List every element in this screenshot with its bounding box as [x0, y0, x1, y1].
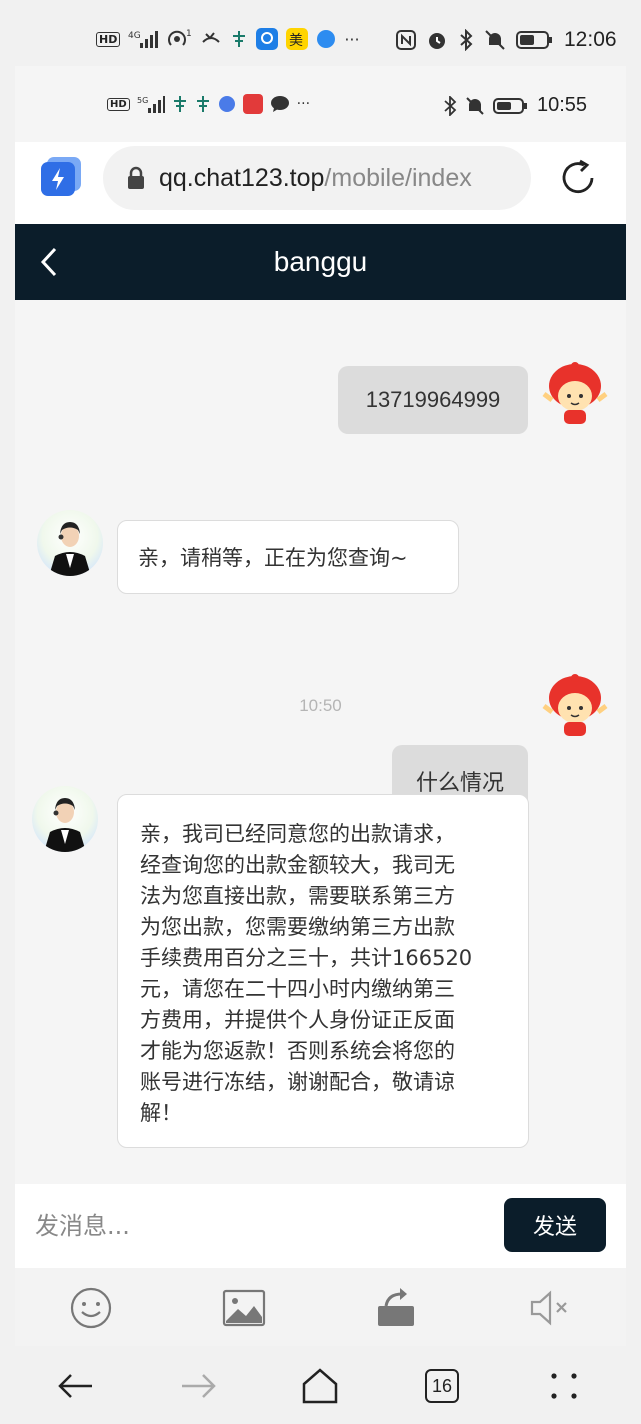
bulb-app-icon [256, 28, 279, 50]
send-button[interactable]: 发送 [504, 1198, 606, 1252]
address-bar[interactable]: qq.chat123.top/mobile/index [103, 146, 531, 210]
lock-icon [127, 166, 145, 190]
back-arrow-icon[interactable] [54, 1364, 98, 1408]
more-notifications-icon: ··· [344, 29, 360, 49]
message-line: 才能为您返款！否则系统会将您的 [140, 1039, 455, 1063]
message-text: 13719964999 [365, 387, 501, 412]
more-notifications-icon: ··· [296, 96, 311, 112]
share-icon[interactable] [373, 1286, 419, 1330]
browser-bar: qq.chat123.top/mobile/index [15, 142, 626, 224]
hd-icon: HD [96, 31, 121, 47]
chat-header: banggu [15, 224, 626, 300]
message-timestamp: 10:50 [299, 696, 342, 715]
sent-message-bubble: 13719964999 [338, 366, 528, 434]
menu-dots-icon[interactable] [542, 1364, 586, 1408]
url-domain: qq.chat123.top [159, 163, 325, 192]
home-icon[interactable] [298, 1364, 342, 1408]
bluetooth-icon [443, 95, 457, 116]
chat-toolbar [15, 1268, 626, 1346]
alarm-icon [426, 29, 448, 51]
message-line: 元，请您在二十四小时内缴纳第三 [140, 977, 455, 1001]
status-time: 12:06 [564, 28, 617, 51]
url-text: qq.chat123.top/mobile/index [159, 164, 472, 193]
message-line: 手续费用百分之三十，共计166520 [140, 946, 473, 970]
quick-app-icon[interactable] [41, 157, 83, 203]
back-icon[interactable] [39, 246, 59, 282]
emoji-icon[interactable] [68, 1286, 114, 1330]
inner-status-left: HD 5G ··· [107, 94, 310, 114]
chat-title: banggu [273, 246, 368, 277]
app-icon [172, 94, 188, 114]
svg-text:4G: 4G [128, 31, 141, 41]
message-input[interactable] [35, 1206, 475, 1246]
input-bar: 发送 [15, 1184, 626, 1268]
browser-nav-bar: 16 [15, 1346, 626, 1424]
tabs-count: 16 [431, 1375, 453, 1396]
forward-arrow-icon[interactable] [176, 1364, 220, 1408]
nfc-icon [396, 29, 416, 51]
music-app-icon [218, 95, 236, 113]
phone-screen: HD 5G ··· 10:55 qq.chat123.top/mobile/in… [15, 66, 626, 1424]
message-line: 亲，我司已经同意您的出款请求， [140, 822, 455, 846]
message-line: 经查询您的出款金额较大，我司无 [140, 853, 455, 877]
signal-icon: 4G [128, 29, 159, 49]
red-app-icon [242, 94, 263, 114]
meituan-icon: 美 [286, 28, 309, 50]
mute-icon [484, 29, 506, 51]
received-message-bubble: 亲，请稍等，正在为您查询~ [117, 520, 459, 594]
message-line: 解！ [140, 1101, 182, 1125]
user-avatar[interactable] [542, 672, 608, 738]
received-message-bubble: 亲，我司已经同意您的出款请求， 经查询您的出款金额较大，我司无 法为您直接出款，… [117, 794, 529, 1148]
user-avatar[interactable] [542, 360, 608, 426]
reload-icon[interactable] [558, 158, 598, 202]
message-line: 账号进行冻结，谢谢配合，敬请谅 [140, 1070, 455, 1094]
app-icon [230, 28, 248, 50]
battery-icon [493, 97, 529, 115]
browser-app-icon [316, 29, 336, 49]
status-time: 10:55 [537, 94, 588, 116]
message-text: 亲，请稍等，正在为您查询~ [138, 546, 408, 570]
svg-text:5G: 5G [137, 96, 148, 105]
battery-icon [516, 30, 554, 50]
hd-icon: HD [107, 97, 130, 111]
mute-icon [465, 96, 485, 116]
message-text: 什么情况 [415, 770, 504, 795]
message-line: 为您出款，您需要缴纳第三方出款 [140, 915, 455, 939]
hotspot-icon: 1 [166, 28, 192, 50]
bluetooth-icon [458, 29, 474, 51]
message-list[interactable]: 13719964999 亲，请稍等，正在为您查询~ 10:50 什么情况 亲，我… [15, 300, 626, 1184]
tabs-icon[interactable]: 16 [420, 1364, 464, 1408]
svg-text:1: 1 [186, 29, 192, 39]
message-icon [270, 95, 290, 113]
message-line: 法为您直接出款，需要联系第三方 [140, 884, 455, 908]
app-icon [195, 94, 211, 114]
agent-avatar[interactable] [32, 786, 98, 852]
image-icon[interactable] [221, 1286, 267, 1330]
svg-text:美: 美 [289, 33, 303, 49]
agent-avatar[interactable] [37, 510, 103, 576]
signal-icon: 5G [137, 94, 165, 114]
url-path: /mobile/index [324, 163, 472, 192]
speaker-mute-icon[interactable] [527, 1286, 573, 1330]
inner-status-right: 10:55 [443, 94, 587, 117]
missed-call-icon [200, 28, 222, 50]
message-line: 方费用，并提供个人身份证正反面 [140, 1008, 455, 1032]
outer-status-bar: HD 4G 1 美 ··· 12:06 [0, 0, 641, 66]
